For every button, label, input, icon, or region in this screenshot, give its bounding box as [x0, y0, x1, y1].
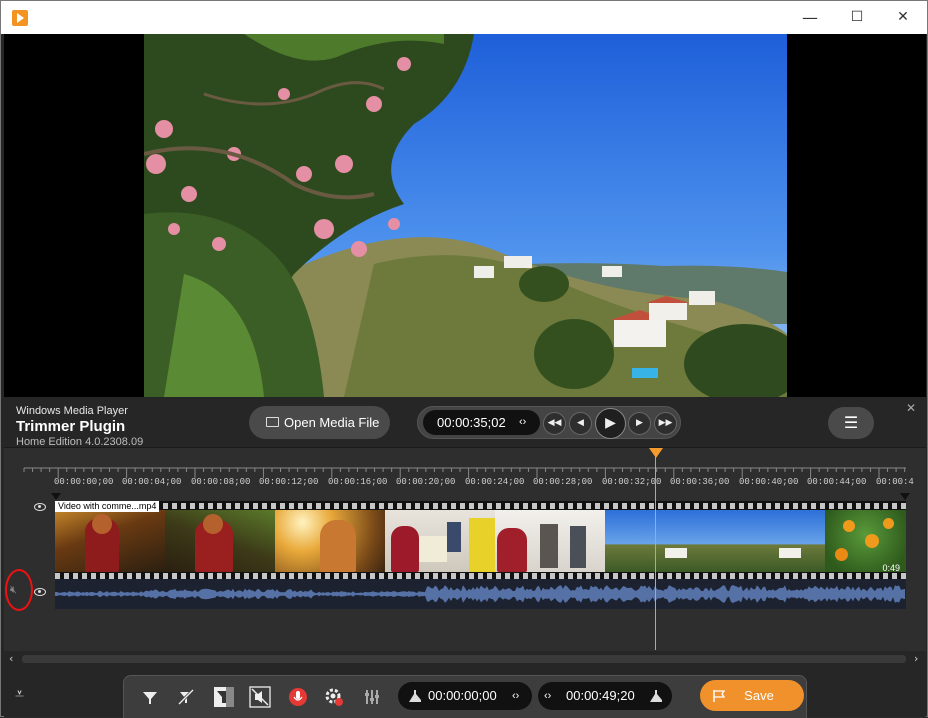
ruler-tick-label: 00:00:08;00: [191, 477, 251, 487]
ruler-tick-label: 00:00:00;00: [54, 477, 114, 487]
minimize-button[interactable]: —: [787, 1, 833, 34]
current-time-field[interactable]: 00:00:35;02 ‹›: [423, 410, 540, 435]
ruler-tick-label: 00:00:16;00: [328, 477, 388, 487]
end-time-step-icon[interactable]: ‹›: [544, 682, 551, 710]
clip-thumbnail: [275, 510, 385, 572]
start-time-step-icon[interactable]: ‹›: [512, 682, 519, 710]
split-filter-icon[interactable]: [212, 686, 236, 708]
equalizer-icon[interactable]: [360, 686, 384, 708]
video-scene: [144, 34, 787, 397]
previous-frame-button[interactable]: ◀◀: [543, 412, 566, 435]
hamburger-menu-button[interactable]: ☰: [828, 407, 874, 439]
play-button[interactable]: ▶: [595, 408, 626, 439]
timeline[interactable]: 00:00:00;00 00:00:04;00 00:00:08;00 00:0…: [4, 447, 926, 651]
title-bar: — ☐ ✕: [1, 1, 927, 34]
remove-filter-icon[interactable]: [174, 686, 198, 708]
start-marker-icon: [409, 690, 421, 702]
playhead-line[interactable]: [655, 456, 656, 650]
video-preview[interactable]: [4, 34, 926, 397]
ruler-tick-label: 00:00:12;00: [259, 477, 319, 487]
video-frame: [144, 34, 787, 397]
timeline-ruler[interactable]: 00:00:00;00 00:00:04;00 00:00:08;00 00:0…: [54, 466, 914, 496]
plugin-title: Trimmer Plugin: [16, 418, 126, 435]
save-button[interactable]: Save: [700, 680, 804, 711]
clip-thumbnail: [605, 510, 715, 572]
edit-toolbar: 00:00:00;00 ‹› ‹› 00:00:49;20 Save: [123, 675, 807, 718]
ruler-tick-label: 00:00:32;00: [602, 477, 662, 487]
ruler-tick-label: 00:00:04;00: [122, 477, 182, 487]
timeline-scrollbar[interactable]: ‹ ›: [4, 651, 926, 667]
trim-filter-icon[interactable]: [138, 686, 162, 708]
ruler-tick-label: 00:00:20;00: [396, 477, 456, 487]
step-back-button[interactable]: ◀: [569, 412, 592, 435]
audio-track[interactable]: [55, 579, 906, 609]
end-time-field[interactable]: ‹› 00:00:49;20: [538, 682, 672, 710]
in-marker-icon[interactable]: [51, 493, 61, 500]
next-frame-button[interactable]: ▶▶: [654, 412, 677, 435]
mute-segment-icon[interactable]: [248, 686, 272, 708]
open-media-file-button[interactable]: Open Media File: [249, 406, 390, 439]
microphone-icon[interactable]: [286, 686, 310, 708]
playback-controls: 00:00:35;02 ‹› ◀◀ ◀ ▶ ▶ ▶▶: [417, 406, 681, 439]
app-logo-icon: [12, 10, 28, 26]
video-track[interactable]: 0:49: [55, 501, 906, 579]
app-window: — ☐ ✕ Windows Media Player Trimmer Plugi…: [0, 0, 928, 718]
app-name: Windows Media Player: [16, 405, 128, 417]
scroll-right-icon[interactable]: ›: [914, 651, 918, 667]
maximize-button[interactable]: ☐: [834, 1, 880, 34]
folder-icon: [266, 417, 279, 427]
clip-thumbnail: [165, 510, 275, 572]
ruler-tick-label: 00:00:40;00: [739, 477, 799, 487]
audio-waveform: [55, 585, 905, 603]
clip-thumbnail: [495, 510, 605, 572]
mute-audio-icon[interactable]: 🔇︎: [10, 583, 17, 597]
app-info: Windows Media Player Trimmer Plugin Home…: [16, 405, 143, 448]
current-time-value: 00:00:35;02: [437, 415, 506, 430]
clip-name-label: Video with comme...mp4: [55, 501, 160, 512]
start-time-value: 00:00:00;00: [428, 688, 497, 703]
playhead-handle[interactable]: [649, 448, 663, 458]
end-marker-icon: [650, 690, 662, 702]
scroll-track[interactable]: [22, 655, 906, 663]
audio-track-visibility-icon[interactable]: [34, 588, 46, 596]
flag-icon: [713, 690, 726, 702]
save-label: Save: [744, 688, 774, 703]
ruler-tick-label: 00:00:24;00: [465, 477, 525, 487]
clip-thumbnail: [55, 510, 165, 572]
out-marker-icon[interactable]: [900, 493, 910, 500]
ruler-tick-label: 00:00:44;00: [807, 477, 867, 487]
start-time-field[interactable]: 00:00:00;00 ‹›: [398, 682, 532, 710]
clip-duration: 0:49: [882, 563, 900, 573]
time-step-icon[interactable]: ‹›: [519, 410, 526, 435]
settings-gear-icon[interactable]: [322, 686, 346, 708]
clip-thumbnail: [715, 510, 825, 572]
open-media-file-label: Open Media File: [284, 415, 380, 430]
film-sprocket-top: [55, 503, 906, 509]
scroll-left-icon[interactable]: ‹: [9, 651, 13, 667]
close-window-button[interactable]: ✕: [880, 1, 926, 34]
ruler-tick-label: 00:00:4: [876, 477, 914, 487]
video-thumbnails: [55, 510, 906, 572]
close-plugin-button[interactable]: ✕: [906, 401, 916, 415]
video-track-visibility-icon[interactable]: [34, 503, 46, 511]
clip-thumbnail: [385, 510, 495, 572]
ruler-tick-label: 00:00:28;00: [533, 477, 593, 487]
step-forward-button[interactable]: ▶: [628, 412, 651, 435]
ruler-tick-label: 00:00:36;00: [670, 477, 730, 487]
end-time-value: 00:00:49;20: [566, 688, 635, 703]
collapse-panel-icon[interactable]: ⩡: [15, 684, 24, 704]
